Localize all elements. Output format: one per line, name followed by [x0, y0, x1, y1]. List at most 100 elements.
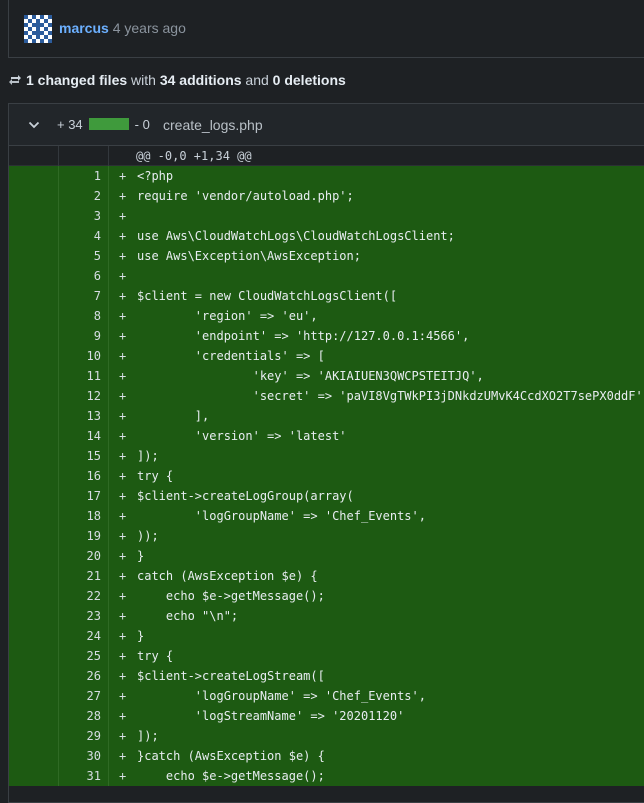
hunk-gutter-old — [9, 146, 59, 166]
diff-line: 18 + 'logGroupName' => 'Chef_Events', — [9, 506, 644, 526]
old-line-number — [9, 466, 59, 486]
old-line-number — [9, 506, 59, 526]
diff-line: 26 + $client->createLogStream([ — [9, 666, 644, 686]
diff-line: 28 + 'logStreamName' => '20201120' — [9, 706, 644, 726]
old-line-number — [9, 526, 59, 546]
added-marker: + — [119, 589, 127, 603]
code-text: 'logStreamName' => '20201120' — [137, 709, 405, 723]
diff-line: 1 + <?php — [9, 166, 644, 186]
new-line-number[interactable]: 24 — [59, 626, 109, 646]
new-line-number[interactable]: 17 — [59, 486, 109, 506]
code-text: $client->createLogGroup(array( — [137, 489, 354, 503]
diff-line: 25 + try { — [9, 646, 644, 666]
added-marker: + — [119, 169, 127, 183]
diff-line: 30 +}catch (AwsException $e) { — [9, 746, 644, 766]
new-line-number[interactable]: 12 — [59, 386, 109, 406]
added-marker: + — [119, 469, 127, 483]
new-line-number[interactable]: 9 — [59, 326, 109, 346]
diff-line: 31 + echo $e->getMessage(); — [9, 766, 644, 786]
added-marker: + — [119, 389, 127, 403]
code-text: 'region' => 'eu', — [137, 309, 318, 323]
code-text: }catch (AwsException $e) { — [137, 749, 325, 763]
added-marker: + — [119, 409, 127, 423]
summary-with: with — [131, 72, 156, 88]
new-line-number[interactable]: 6 — [59, 266, 109, 286]
new-line-number[interactable]: 18 — [59, 506, 109, 526]
added-marker: + — [119, 649, 127, 663]
new-line-number[interactable]: 2 — [59, 186, 109, 206]
code-text: use Aws\Exception\AwsException; — [137, 249, 361, 263]
added-marker: + — [119, 229, 127, 243]
added-marker: + — [119, 289, 127, 303]
new-line-number[interactable]: 28 — [59, 706, 109, 726]
diff-line: 4 + use Aws\CloudWatchLogs\CloudWatchLogsC… — [9, 226, 644, 246]
new-line-number[interactable]: 5 — [59, 246, 109, 266]
new-line-number[interactable]: 15 — [59, 446, 109, 466]
new-line-number[interactable]: 11 — [59, 366, 109, 386]
new-line-number[interactable]: 7 — [59, 286, 109, 306]
new-line-number[interactable]: 26 — [59, 666, 109, 686]
code-view: @@ -0,0 +1,34 @@ 1 + <?php 2 + require 'vendo… — [9, 146, 644, 786]
added-marker: + — [119, 569, 127, 583]
old-line-number — [9, 426, 59, 446]
new-line-number[interactable]: 14 — [59, 426, 109, 446]
old-line-number — [9, 386, 59, 406]
code-text: require 'vendor/autoload.php'; — [137, 189, 354, 203]
code-text: } — [137, 549, 145, 563]
old-line-number — [9, 566, 59, 586]
added-marker: + — [119, 769, 127, 783]
added-marker: + — [119, 449, 127, 463]
new-line-number[interactable]: 27 — [59, 686, 109, 706]
diff-line: 10 + 'credentials' => [ — [9, 346, 644, 366]
code-text: 'endpoint' => 'http://127.0.0.1:4566', — [137, 329, 470, 343]
old-line-number — [9, 246, 59, 266]
old-line-number — [9, 406, 59, 426]
code-text: } — [137, 629, 145, 643]
old-line-number — [9, 166, 59, 186]
new-line-number[interactable]: 31 — [59, 766, 109, 786]
diff-line: 12 + 'secret' => 'paVI8VgTWkPI3jDNkdzUMvK… — [9, 386, 644, 406]
changed-files-count: 1 changed files — [26, 72, 128, 88]
author-link[interactable]: marcus — [59, 20, 109, 36]
new-line-number[interactable]: 23 — [59, 606, 109, 626]
new-line-number[interactable]: 13 — [59, 406, 109, 426]
deletions-count: 0 deletions — [272, 72, 346, 88]
chevron-down-icon[interactable] — [27, 118, 41, 132]
commit-header: marcus 4 years ago — [8, 0, 644, 58]
new-line-number[interactable]: 8 — [59, 306, 109, 326]
new-line-number[interactable]: 22 — [59, 586, 109, 606]
added-marker: + — [119, 489, 127, 503]
identicon-icon — [24, 15, 52, 43]
old-line-number — [9, 626, 59, 646]
added-marker: + — [119, 269, 127, 283]
code-text: try { — [137, 469, 174, 483]
new-line-number[interactable]: 29 — [59, 726, 109, 746]
new-line-number[interactable]: 16 — [59, 466, 109, 486]
new-line-number[interactable]: 30 — [59, 746, 109, 766]
new-line-number[interactable]: 3 — [59, 206, 109, 226]
new-line-number[interactable]: 1 — [59, 166, 109, 186]
code-text: ]); — [137, 449, 159, 463]
new-line-number[interactable]: 21 — [59, 566, 109, 586]
author-line: marcus 4 years ago — [59, 19, 186, 37]
added-marker: + — [119, 609, 127, 623]
added-marker: + — [119, 709, 127, 723]
code-text: catch (AwsException $e) { — [137, 569, 318, 583]
avatar[interactable] — [24, 15, 52, 43]
file-stats: + 34 - 0 — [57, 117, 150, 133]
old-line-number — [9, 546, 59, 566]
file-name[interactable]: create_logs.php — [163, 117, 263, 133]
added-marker: + — [119, 729, 127, 743]
hunk-header-text: @@ -0,0 +1,34 @@ — [136, 149, 252, 163]
new-line-number[interactable]: 10 — [59, 346, 109, 366]
additions-count: 34 additions — [159, 72, 242, 88]
added-marker: + — [119, 509, 127, 523]
new-line-number[interactable]: 25 — [59, 646, 109, 666]
code-text: <?php — [137, 169, 174, 183]
new-line-number[interactable]: 19 — [59, 526, 109, 546]
code-text: 'logGroupName' => 'Chef_Events', — [137, 509, 426, 523]
new-line-number[interactable]: 4 — [59, 226, 109, 246]
new-line-number[interactable]: 20 — [59, 546, 109, 566]
file-header: + 34 - 0 create_logs.php — [9, 104, 644, 146]
hunk-gutter-new — [59, 146, 109, 166]
